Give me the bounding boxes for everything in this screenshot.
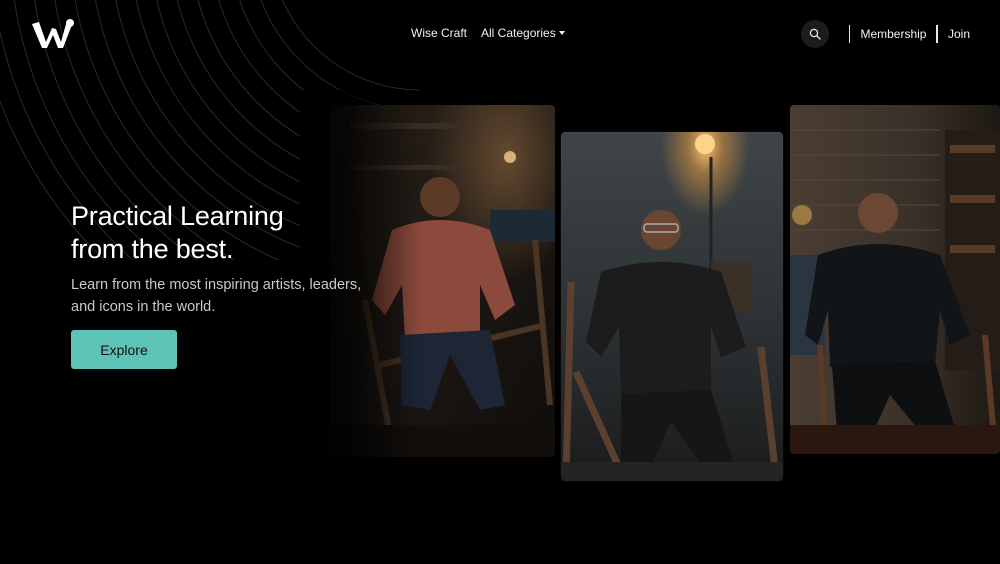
- site-header: Wise Craft All Categories Membership Joi…: [0, 0, 1000, 70]
- search-button[interactable]: [800, 20, 829, 48]
- instructor-photo-3: [790, 105, 1000, 454]
- hero-subtitle: Learn from the most inspiring artists, l…: [71, 274, 391, 318]
- divider: [848, 25, 851, 43]
- nav-all-categories[interactable]: All Categories: [481, 26, 565, 40]
- w-logo-icon[interactable]: [30, 18, 76, 50]
- instructor-card-2[interactable]: [561, 132, 783, 481]
- hero-subtitle-line1: Learn from the most inspiring artists, l…: [71, 277, 362, 293]
- hero-title: Practical Learning from the best.: [71, 200, 391, 266]
- main-nav: Wise Craft All Categories: [411, 26, 565, 40]
- search-icon: [809, 28, 821, 40]
- caret-down-icon: [558, 31, 565, 35]
- join-link[interactable]: Join: [948, 27, 970, 41]
- nav-all-categories-label: All Categories: [481, 26, 556, 40]
- header-right: Membership Join: [800, 20, 970, 48]
- instructor-card-3[interactable]: [790, 105, 1000, 454]
- instructor-photo-2: [561, 132, 783, 481]
- hero-title-line2: from the best.: [71, 234, 234, 264]
- hero-subtitle-line2: and icons in the world.: [71, 299, 216, 315]
- explore-button[interactable]: Explore: [71, 330, 177, 369]
- divider: [936, 25, 938, 43]
- membership-link[interactable]: Membership: [860, 27, 926, 41]
- nav-wise-craft[interactable]: Wise Craft: [411, 26, 467, 40]
- hero-title-line1: Practical Learning: [71, 201, 284, 231]
- hero-section: Practical Learning from the best. Learn …: [71, 200, 391, 369]
- page: Wise Craft All Categories Membership Joi…: [0, 0, 1000, 564]
